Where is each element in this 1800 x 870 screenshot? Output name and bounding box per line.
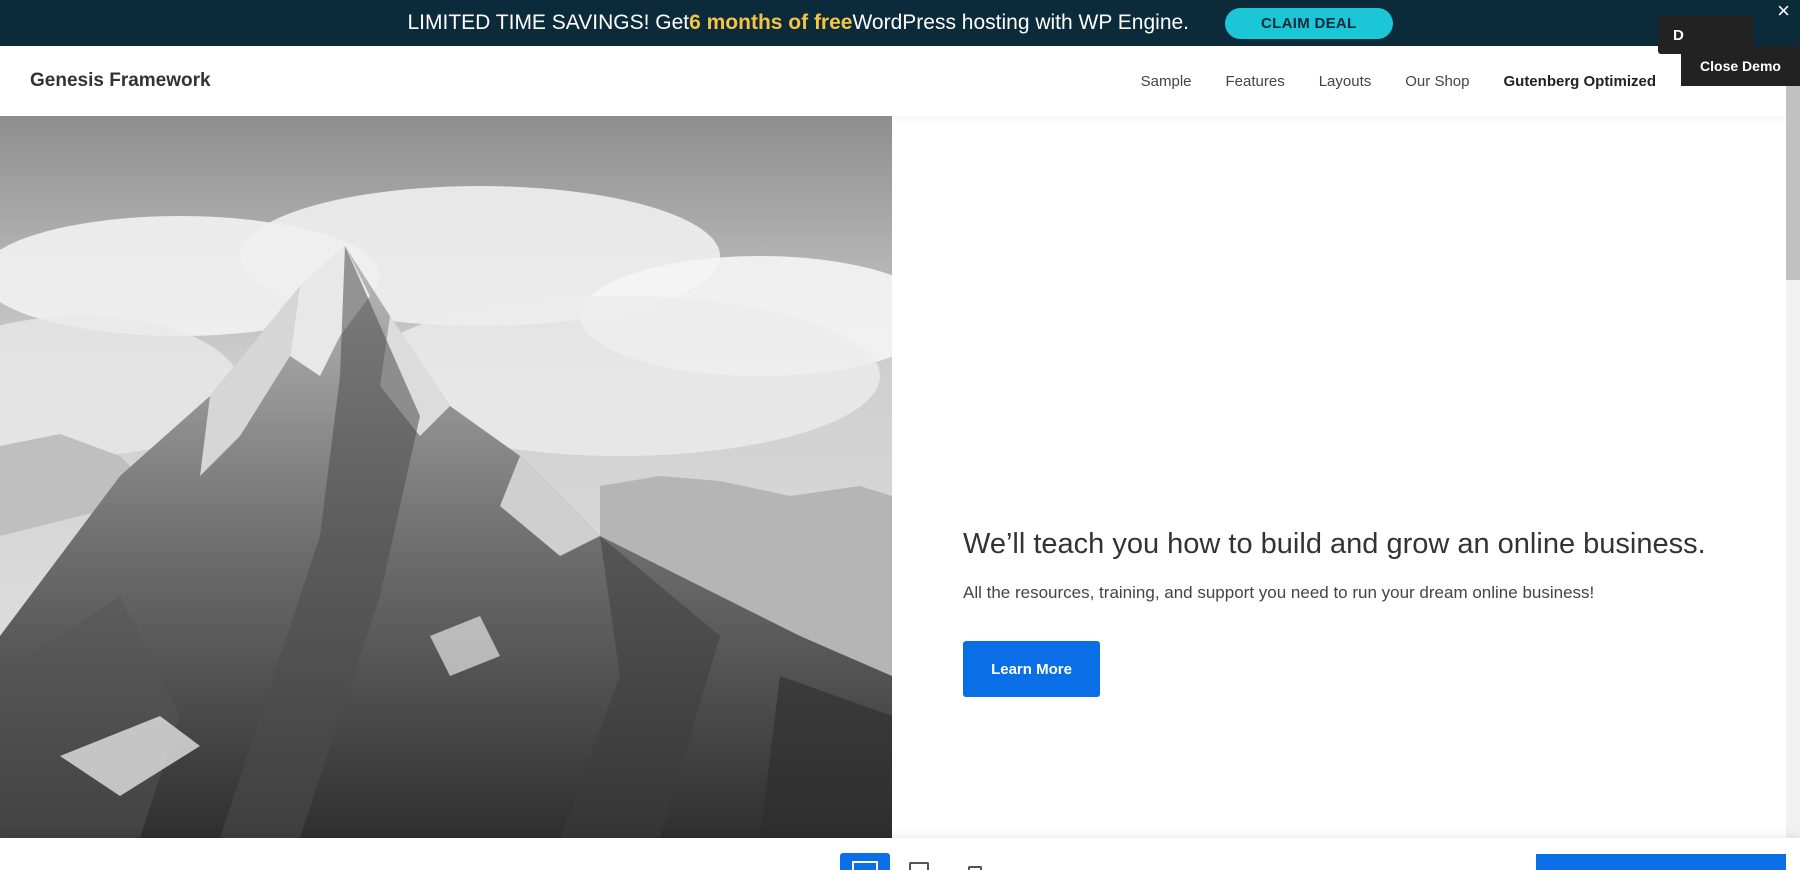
nav-item-sample[interactable]: Sample	[1141, 73, 1192, 90]
nav-item-gutenberg-optimized[interactable]: Gutenberg Optimized	[1503, 73, 1656, 90]
scrollbar-thumb[interactable]	[1786, 86, 1800, 280]
nav-item-our-shop[interactable]: Our Shop	[1405, 73, 1469, 90]
device-preview-bar	[0, 838, 1800, 870]
nav-item-layouts[interactable]: Layouts	[1319, 73, 1372, 90]
close-demo-button[interactable]: Close Demo	[1681, 46, 1800, 86]
promo-text-after: WordPress hosting with WP Engine.	[852, 11, 1190, 34]
promo-close-icon[interactable]: ×	[1777, 0, 1790, 22]
site-header: Genesis Framework Sample Features Layout…	[0, 46, 1786, 116]
desktop-view-icon[interactable]	[840, 853, 890, 870]
promo-text-before: LIMITED TIME SAVINGS! Get	[407, 11, 690, 34]
hero-subtitle: All the resources, training, and support…	[963, 583, 1595, 602]
mobile-view-icon[interactable]	[968, 866, 982, 870]
main-nav: Sample Features Layouts Our Shop Gutenbe…	[1107, 46, 1656, 116]
site-brand[interactable]: Genesis Framework	[30, 70, 211, 92]
bottom-cta-button[interactable]	[1536, 854, 1786, 870]
hero-mountain-image	[0, 116, 892, 838]
learn-more-button[interactable]: Learn More	[963, 641, 1100, 697]
nav-item-features[interactable]: Features	[1226, 73, 1285, 90]
tablet-view-icon[interactable]	[909, 862, 929, 870]
claim-deal-button[interactable]: CLAIM DEAL	[1225, 7, 1393, 39]
hero-content: We’ll teach you how to build and grow an…	[963, 528, 1723, 603]
promo-bar: LIMITED TIME SAVINGS! Get 6 months of fr…	[0, 0, 1800, 46]
promo-highlight: 6 months of free	[689, 11, 853, 34]
hero-title: We’ll teach you how to build and grow an…	[963, 528, 1706, 560]
